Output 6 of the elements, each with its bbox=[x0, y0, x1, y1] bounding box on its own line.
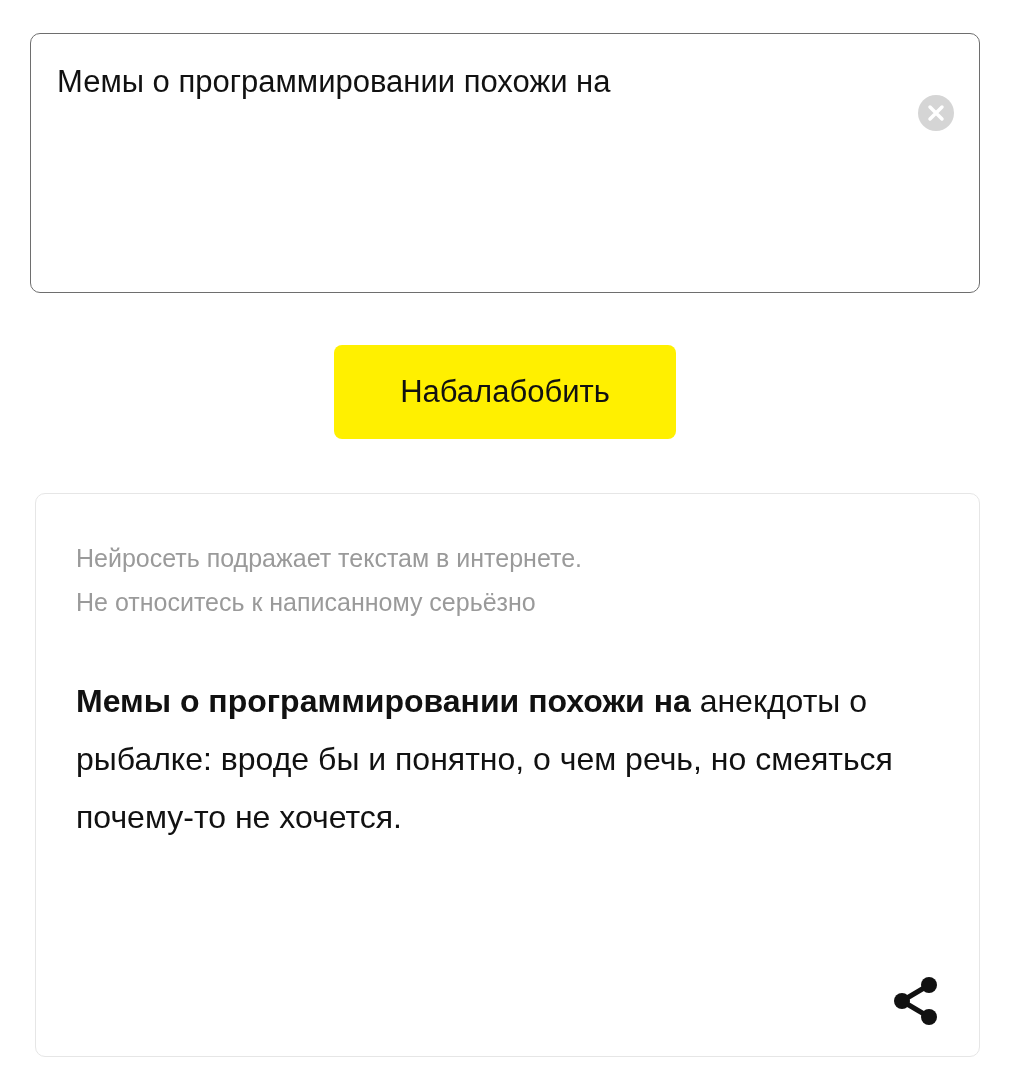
result-text: Мемы о программировании похожи на анекдоты о рыбалке: вроде бы и понятно, о чем речь, но смеяться почему-то не хочется. bbox=[76, 682, 894, 837]
generate-button[interactable]: Набалабобить bbox=[334, 345, 676, 439]
disclaimer-text: Не относитесь к написанному серьёзно bbox=[76, 587, 537, 618]
share-icon[interactable] bbox=[893, 976, 939, 1026]
disclaimer-text: Нейросеть подражает текстам в интернете. bbox=[76, 543, 583, 574]
query-field[interactable]: Мемы о программировании похожи на bbox=[30, 33, 980, 293]
